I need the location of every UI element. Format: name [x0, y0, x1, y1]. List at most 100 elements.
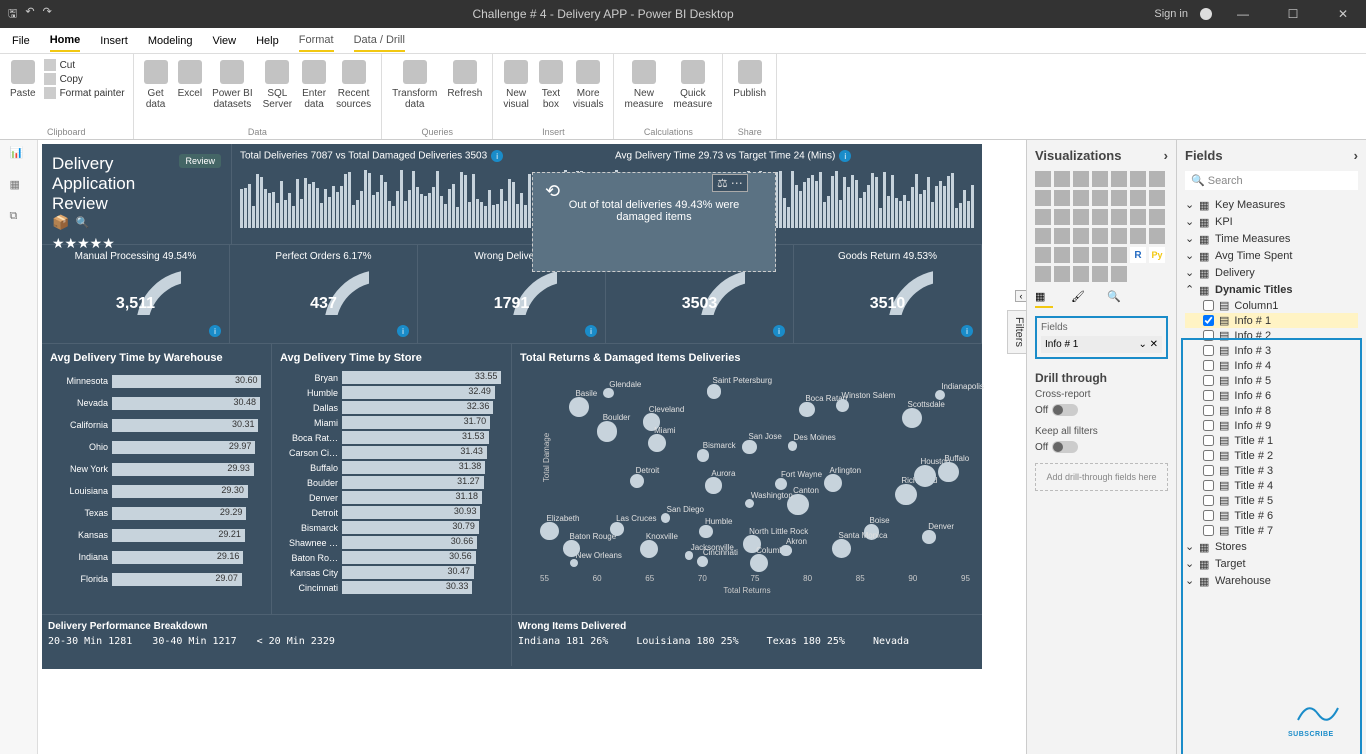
visual-type-icon[interactable]: [1130, 171, 1146, 187]
save-icon[interactable]: 🖫: [8, 5, 17, 24]
scatter-dot[interactable]: [603, 388, 613, 398]
visual-type-icon[interactable]: [1092, 247, 1108, 263]
visual-header[interactable]: ⚖ ⋯: [712, 174, 748, 192]
field-item[interactable]: ▤Info # 2: [1185, 328, 1358, 343]
visual-type-icon[interactable]: Py: [1149, 247, 1165, 263]
bar-row[interactable]: Boca Rat…31.53: [280, 430, 503, 445]
bar-row[interactable]: Ohio29.97: [50, 436, 263, 458]
field-item[interactable]: ▤Title # 6: [1185, 508, 1358, 523]
field-table[interactable]: ⌄▦KPI: [1185, 213, 1358, 230]
field-item[interactable]: ▤Info # 6: [1185, 388, 1358, 403]
field-checkbox[interactable]: [1203, 525, 1214, 536]
visual-type-icon[interactable]: [1111, 228, 1127, 244]
field-item[interactable]: ▤Title # 2: [1185, 448, 1358, 463]
field-table[interactable]: ⌄▦Key Measures: [1185, 196, 1358, 213]
more-icon[interactable]: ⋯: [731, 176, 743, 190]
bar-row[interactable]: Bryan33.55: [280, 370, 503, 385]
field-table[interactable]: ⌄▦Avg Time Spent: [1185, 247, 1358, 264]
bar-row[interactable]: Denver31.18: [280, 490, 503, 505]
scatter-dot[interactable]: [824, 474, 842, 492]
visual-type-icon[interactable]: [1073, 209, 1089, 225]
visual-type-icon[interactable]: [1073, 228, 1089, 244]
visual-type-icon[interactable]: [1092, 171, 1108, 187]
visual-type-icon[interactable]: [1073, 247, 1089, 263]
maximize-button[interactable]: ☐: [1274, 7, 1312, 21]
scatter-dot[interactable]: [570, 559, 578, 567]
scatter-dot[interactable]: [742, 440, 756, 454]
field-item[interactable]: ▤Title # 5: [1185, 493, 1358, 508]
fields-search[interactable]: 🔍 Search: [1185, 171, 1358, 190]
cross-report-toggle[interactable]: Off: [1035, 404, 1168, 416]
bar-row[interactable]: Kansas29.21: [50, 524, 263, 546]
info-icon[interactable]: i: [209, 325, 221, 337]
format-painter-button[interactable]: Format painter: [44, 86, 125, 100]
visual-type-icon[interactable]: [1035, 190, 1051, 206]
visual-type-icon[interactable]: [1054, 209, 1070, 225]
visual-type-icon[interactable]: [1092, 190, 1108, 206]
scatter-dot[interactable]: [685, 551, 694, 560]
field-checkbox[interactable]: [1203, 435, 1214, 446]
field-table[interactable]: ⌄▦Stores: [1185, 538, 1358, 555]
redo-icon[interactable]: ↷: [43, 5, 52, 24]
field-item[interactable]: ▤Info # 3: [1185, 343, 1358, 358]
visual-type-icon[interactable]: [1092, 266, 1108, 282]
undo-icon[interactable]: ↶: [25, 5, 34, 24]
scatter-dot[interactable]: [775, 478, 787, 490]
scatter-dot[interactable]: [745, 499, 754, 508]
field-table[interactable]: ⌄▦Delivery: [1185, 264, 1358, 281]
field-item[interactable]: ▤Info # 4: [1185, 358, 1358, 373]
bar-row[interactable]: Humble32.49: [280, 385, 503, 400]
menu-help[interactable]: Help: [256, 31, 279, 51]
visual-type-icon[interactable]: [1054, 190, 1070, 206]
visual-type-icon[interactable]: [1130, 228, 1146, 244]
field-item[interactable]: ▤Info # 9: [1185, 418, 1358, 433]
bar-row[interactable]: Shawnee …30.66: [280, 535, 503, 550]
field-checkbox[interactable]: [1203, 360, 1214, 371]
fields-tab-icon[interactable]: ▦: [1035, 290, 1053, 308]
visual-type-icon[interactable]: [1130, 209, 1146, 225]
bar-row[interactable]: Nevada30.48: [50, 392, 263, 414]
field-checkbox[interactable]: [1203, 345, 1214, 356]
field-checkbox[interactable]: [1203, 300, 1214, 311]
bar-row[interactable]: Indiana29.16: [50, 546, 263, 568]
field-item[interactable]: ▤Title # 3: [1185, 463, 1358, 478]
field-checkbox[interactable]: [1203, 375, 1214, 386]
scatter-dot[interactable]: [610, 522, 624, 536]
field-checkbox[interactable]: [1203, 390, 1214, 401]
field-table[interactable]: ⌄▦Target: [1185, 555, 1358, 572]
visual-type-icon[interactable]: [1035, 228, 1051, 244]
scatter-chart[interactable]: Total Returns & Damaged Items Deliveries…: [512, 344, 982, 614]
scatter-dot[interactable]: [836, 399, 850, 413]
menu-modeling[interactable]: Modeling: [148, 31, 193, 51]
scatter-dot[interactable]: [922, 530, 936, 544]
field-item[interactable]: ▤Title # 7: [1185, 523, 1358, 538]
info-icon[interactable]: i: [839, 150, 851, 162]
visual-type-icon[interactable]: [1149, 228, 1165, 244]
field-checkbox[interactable]: [1203, 480, 1214, 491]
data-view-icon[interactable]: ▦: [10, 178, 28, 196]
bar-row[interactable]: Carson Ci…31.43: [280, 445, 503, 460]
report-view-icon[interactable]: 📊: [10, 146, 28, 164]
cut-button[interactable]: Cut: [44, 58, 125, 72]
collapse-vis-pane-icon[interactable]: ‹: [1015, 290, 1026, 302]
scatter-dot[interactable]: [563, 540, 580, 557]
scatter-dot[interactable]: [799, 402, 814, 417]
bar-chart-store[interactable]: Avg Delivery Time by Store Bryan33.55Hum…: [272, 344, 512, 614]
paste-button[interactable]: Paste: [8, 58, 38, 101]
field-checkbox[interactable]: [1203, 315, 1214, 326]
field-table[interactable]: ⌄▦Warehouse: [1185, 572, 1358, 589]
excel-button[interactable]: Excel: [176, 58, 204, 101]
close-button[interactable]: ✕: [1324, 7, 1362, 21]
info-icon[interactable]: i: [491, 150, 503, 162]
scatter-dot[interactable]: [630, 474, 644, 488]
visual-type-icon[interactable]: [1111, 266, 1127, 282]
menu-data-drill[interactable]: Data / Drill: [354, 30, 405, 52]
visual-type-icon[interactable]: [1054, 171, 1070, 187]
menu-format[interactable]: Format: [299, 30, 334, 52]
wrong-items-delivered[interactable]: Wrong Items Delivered Indiana 181 26%Lou…: [512, 615, 982, 666]
visual-type-icon[interactable]: [1149, 190, 1165, 206]
menu-view[interactable]: View: [212, 31, 236, 51]
info-icon[interactable]: i: [961, 325, 973, 337]
menu-home[interactable]: Home: [50, 30, 81, 52]
visual-type-icon[interactable]: [1035, 247, 1051, 263]
